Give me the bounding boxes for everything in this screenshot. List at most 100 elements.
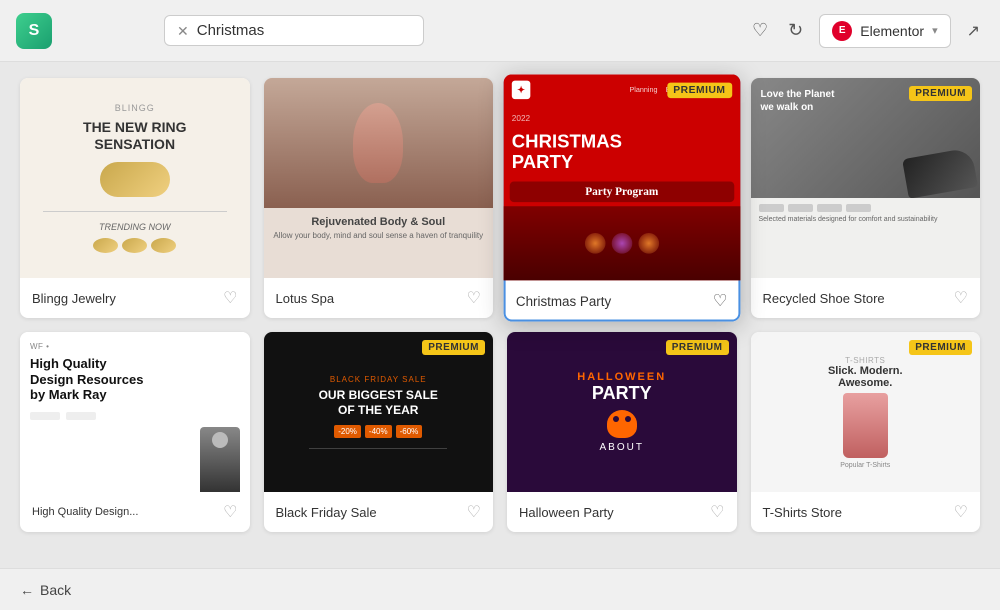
top-bar-actions: ♡ ↻ E Elementor ▾ ↗	[748, 14, 984, 48]
design-tag: wf •	[30, 342, 240, 351]
favorite-template-button[interactable]: ♡	[223, 502, 237, 522]
favorite-template-button[interactable]: ♡	[467, 288, 481, 308]
template-thumbnail: PREMIUM ✦ Planning Booking Marketing 202…	[504, 74, 740, 280]
christmas-preview: ✦ Planning Booking Marketing 2022 CHRIST…	[504, 74, 740, 280]
template-footer: Recycled Shoe Store ♡	[751, 278, 981, 318]
spa-title: Rejuvenated Body & Soul	[272, 216, 486, 228]
template-thumbnail: BLINGG THE NEW RINGSENSATION TRENDING NO…	[20, 78, 250, 278]
christmas-program: Party Program	[510, 181, 734, 202]
bf-title: OUR BIGGEST SALEOF THE YEAR	[319, 388, 438, 417]
shoe-preview: Love the Planetwe walk on Selected mater…	[751, 78, 981, 278]
jewelry-trending: TRENDING NOW	[99, 222, 171, 232]
template-name: T-Shirts Store	[763, 505, 842, 520]
template-thumbnail: PREMIUM Love the Planetwe walk on S	[751, 78, 981, 278]
bf-label: BLACK FRIDAY SALE	[330, 375, 427, 384]
stat-2	[66, 412, 96, 420]
brand-1	[759, 204, 784, 212]
premium-badge: PREMIUM	[666, 340, 729, 355]
hw-party: PARTY	[592, 383, 652, 404]
template-thumbnail: PREMIUM T-SHIRTS Slick. Modern.Awesome. …	[751, 332, 981, 492]
spa-preview: Rejuvenated Body & Soul Allow your body,…	[264, 78, 494, 278]
brand-3	[817, 204, 842, 212]
ts-title: Slick. Modern.Awesome.	[828, 365, 903, 389]
design-preview: wf • High QualityDesign Resourcesby Mark…	[20, 332, 250, 492]
elementor-dropdown[interactable]: E Elementor ▾	[819, 14, 950, 48]
shoe-desc: Selected materials designed for comfort …	[759, 215, 973, 224]
external-link-icon: ↗	[967, 21, 980, 41]
template-card-lotus-spa[interactable]: Rejuvenated Body & Soul Allow your body,…	[264, 78, 494, 318]
ring-1	[93, 238, 118, 253]
shoe-headline: Love the Planetwe walk on	[761, 88, 835, 114]
christmas-title: CHRISTMASPARTY	[504, 128, 740, 177]
template-card-design-resources[interactable]: wf • High QualityDesign Resourcesby Mark…	[20, 332, 250, 532]
template-footer: Blingg Jewelry ♡	[20, 278, 250, 318]
favorite-button[interactable]: ♡	[748, 16, 772, 45]
template-footer: T-Shirts Store ♡	[751, 492, 981, 532]
crowd-lights	[585, 233, 659, 254]
search-input[interactable]	[197, 22, 411, 39]
template-card-tshirts[interactable]: PREMIUM T-SHIRTS Slick. Modern.Awesome. …	[751, 332, 981, 532]
refresh-button[interactable]: ↻	[784, 16, 807, 45]
hw-about: ABOUT	[600, 442, 644, 453]
template-name: Lotus Spa	[276, 291, 335, 306]
elementor-logo: E	[832, 21, 852, 41]
template-card-halloween[interactable]: PREMIUM Halloween PARTY ABOUT Halloween …	[507, 332, 737, 532]
favorite-template-button[interactable]: ♡	[954, 502, 968, 522]
halloween-preview: Halloween PARTY ABOUT	[507, 332, 737, 492]
template-name: Black Friday Sale	[276, 505, 377, 520]
hw-pumpkin	[607, 410, 637, 438]
ts-sub: Popular T-Shirts	[840, 462, 890, 469]
jewelry-divider	[43, 211, 227, 212]
premium-badge: PREMIUM	[909, 86, 972, 101]
template-thumbnail: Rejuvenated Body & Soul Allow your body,…	[264, 78, 494, 278]
template-name: High Quality Design...	[32, 506, 138, 518]
favorite-template-button[interactable]: ♡	[954, 288, 968, 308]
spa-text: Rejuvenated Body & Soul Allow your body,…	[264, 208, 494, 248]
template-footer: Black Friday Sale ♡	[264, 492, 494, 532]
jewelry-rings	[93, 238, 176, 253]
template-footer: Christmas Party ♡	[504, 280, 740, 321]
clear-search-button[interactable]: ✕	[177, 24, 189, 38]
app-logo: S	[16, 13, 52, 49]
ring-3	[151, 238, 176, 253]
brand-4	[846, 204, 871, 212]
template-thumbnail: wf • High QualityDesign Resourcesby Mark…	[20, 332, 250, 492]
sale-tag-1: -20%	[334, 425, 361, 438]
templates-grid: BLINGG THE NEW RINGSENSATION TRENDING NO…	[20, 78, 980, 532]
favorite-template-button[interactable]: ♡	[223, 288, 237, 308]
template-card-black-friday[interactable]: PREMIUM BLACK FRIDAY SALE OUR BIGGEST SA…	[264, 332, 494, 532]
brand-2	[788, 204, 813, 212]
pumpkin-eye-1	[613, 416, 619, 422]
ts-person	[843, 393, 888, 458]
template-thumbnail: PREMIUM BLACK FRIDAY SALE OUR BIGGEST SA…	[264, 332, 494, 492]
premium-badge: PREMIUM	[667, 83, 732, 98]
external-link-button[interactable]: ↗	[963, 17, 984, 45]
crowd-light-1	[585, 233, 606, 254]
search-bar: ✕	[164, 15, 424, 46]
back-label: Back	[40, 582, 71, 598]
template-thumbnail: PREMIUM Halloween PARTY ABOUT	[507, 332, 737, 492]
template-name: Blingg Jewelry	[32, 291, 116, 306]
shoe-brands	[759, 204, 973, 212]
template-card-blingg-jewelry[interactable]: BLINGG THE NEW RINGSENSATION TRENDING NO…	[20, 78, 250, 318]
top-bar: S ✕ ♡ ↻ E Elementor ▾ ↗	[0, 0, 1000, 62]
premium-badge: PREMIUM	[909, 340, 972, 355]
spa-subtitle: Allow your body, mind and soul sense a h…	[272, 231, 486, 240]
person-head	[212, 432, 228, 448]
premium-badge: PREMIUM	[422, 340, 485, 355]
heart-icon: ♡	[752, 20, 768, 41]
template-card-recycled-shoe[interactable]: PREMIUM Love the Planetwe walk on S	[751, 78, 981, 318]
template-footer: High Quality Design... ♡	[20, 492, 250, 532]
favorite-template-button[interactable]: ♡	[713, 291, 728, 312]
favorite-template-button[interactable]: ♡	[467, 502, 481, 522]
template-card-christmas-party[interactable]: PREMIUM ✦ Planning Booking Marketing 202…	[504, 74, 740, 321]
favorite-template-button[interactable]: ♡	[710, 502, 724, 522]
chevron-down-icon: ▾	[932, 24, 938, 37]
back-button[interactable]: ← Back	[20, 582, 71, 598]
stat-1	[30, 412, 60, 420]
template-footer: Halloween Party ♡	[507, 492, 737, 532]
christmas-logo: ✦	[512, 81, 531, 100]
crowd-light-3	[638, 233, 659, 254]
christmas-year-label: 2022	[504, 105, 740, 128]
tshirts-preview: T-SHIRTS Slick. Modern.Awesome. Popular …	[751, 332, 981, 492]
